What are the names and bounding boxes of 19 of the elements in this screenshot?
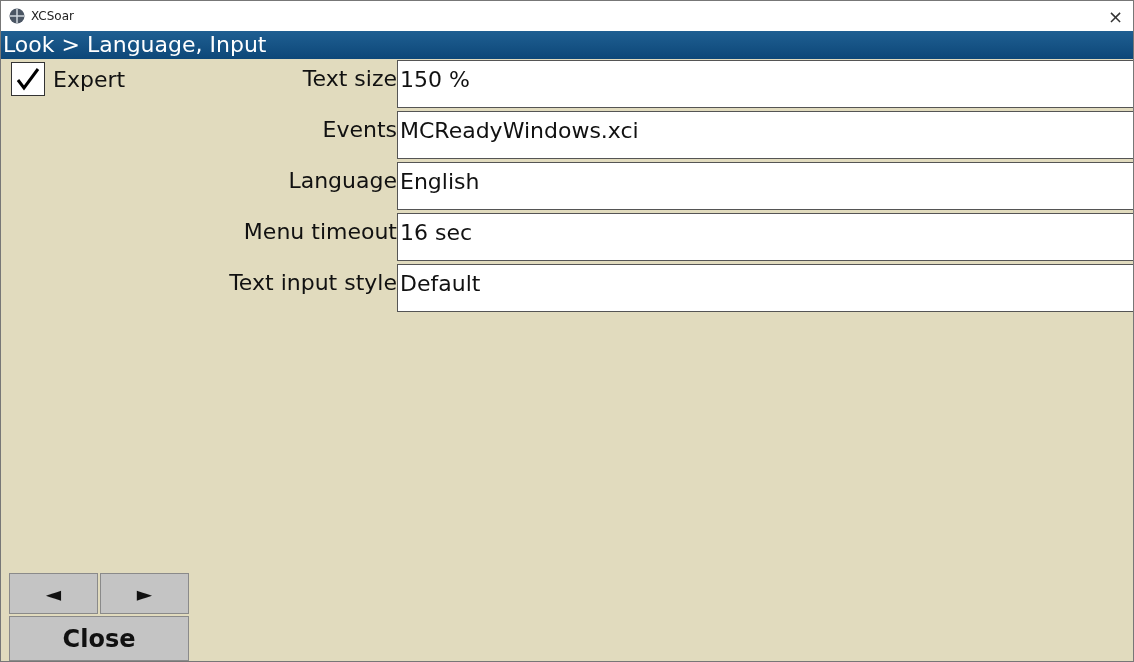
field-label: Language <box>287 167 397 195</box>
value-field[interactable]: MCReadyWindows.xci <box>397 111 1133 159</box>
checkmark-icon <box>15 66 41 92</box>
field-label: Menu timeout <box>242 218 397 246</box>
value-field[interactable]: English <box>397 162 1133 210</box>
value-field[interactable]: Default <box>397 264 1133 312</box>
previous-button[interactable]: ◄ <box>9 573 98 614</box>
window-title: XCSoar <box>31 9 75 23</box>
field-label: Text input style <box>228 269 397 297</box>
close-button[interactable]: Close <box>9 616 189 661</box>
app-icon <box>9 8 25 24</box>
value-field[interactable]: 16 sec <box>397 213 1133 261</box>
expert-checkbox[interactable]: Expert <box>1 59 126 96</box>
close-button[interactable]: × <box>1105 5 1125 27</box>
value-field[interactable]: 150 % <box>397 60 1133 108</box>
field-label: Text size <box>301 65 397 93</box>
field-label: Events <box>321 116 397 144</box>
page-heading: Look > Language, Input <box>1 31 1133 59</box>
next-button[interactable]: ► <box>100 573 189 614</box>
